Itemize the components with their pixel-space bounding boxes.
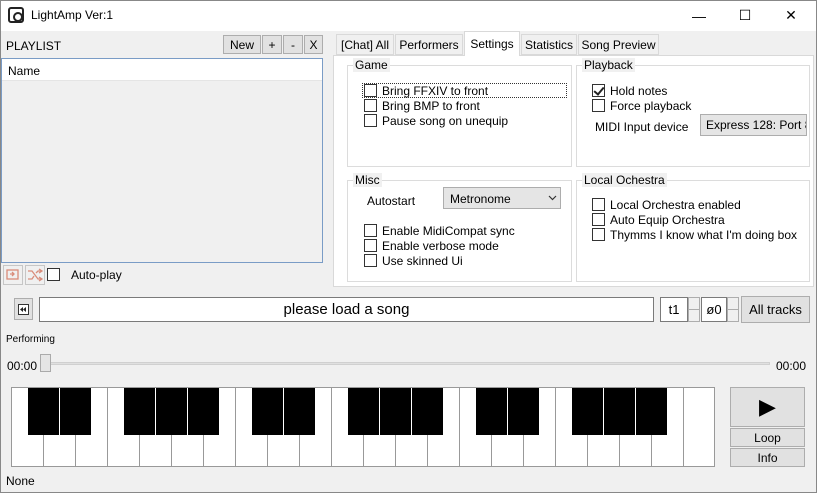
- tab-statistics[interactable]: Statistics: [521, 34, 577, 55]
- piano-black-key[interactable]: [380, 388, 411, 435]
- tab-song-preview[interactable]: Song Preview: [578, 34, 659, 55]
- shuffle-button[interactable]: [25, 265, 45, 285]
- bring-ffxiv-label: Bring FFXIV to front: [382, 84, 489, 98]
- piano-black-key[interactable]: [124, 388, 155, 435]
- piano-black-key[interactable]: [156, 388, 187, 435]
- playback-group-title: Playback: [582, 58, 635, 72]
- rewind-button[interactable]: [14, 298, 33, 320]
- play-button[interactable]: ▶: [730, 387, 805, 427]
- force-playback-checkbox[interactable]: [592, 99, 605, 112]
- progress-track[interactable]: [47, 362, 770, 365]
- midi-input-select[interactable]: Express 128: Port 8: [700, 114, 807, 136]
- piano-black-key[interactable]: [604, 388, 635, 435]
- midicompat-sync-checkbox[interactable]: [364, 224, 377, 237]
- tab-chat-all[interactable]: [Chat] All: [336, 34, 394, 55]
- thymms-checkbox[interactable]: [592, 228, 605, 241]
- rewind-icon: [18, 303, 29, 315]
- octave-field[interactable]: ø0: [701, 297, 727, 322]
- playlist-title: PLAYLIST: [6, 39, 62, 53]
- octave-down-button[interactable]: [727, 309, 739, 322]
- piano-black-key[interactable]: [476, 388, 507, 435]
- column-header-name[interactable]: Name: [2, 59, 322, 81]
- local-orchestra-label: Local Orchestra enabled: [610, 198, 741, 212]
- piano-black-key[interactable]: [28, 388, 59, 435]
- close-button[interactable]: ✕: [768, 0, 814, 31]
- hold-notes-label: Hold notes: [610, 84, 668, 98]
- window-title: LightAmp Ver:1: [31, 8, 114, 22]
- autoplay-label: Auto-play: [71, 268, 122, 282]
- minimize-button[interactable]: —: [676, 0, 722, 31]
- chevron-down-icon: [548, 195, 557, 201]
- autostart-select[interactable]: Metronome: [443, 187, 561, 209]
- piano-black-key[interactable]: [188, 388, 219, 435]
- new-playlist-button[interactable]: New: [223, 35, 261, 54]
- tab-settings[interactable]: Settings: [464, 31, 520, 56]
- all-tracks-button[interactable]: All tracks: [741, 296, 810, 323]
- piano-black-key[interactable]: [508, 388, 539, 435]
- local-orchestra-checkbox[interactable]: [592, 198, 605, 211]
- thymms-label: Thymms I know what I'm doing box: [610, 228, 798, 242]
- verbose-mode-checkbox[interactable]: [364, 239, 377, 252]
- orchestra-group-title: Local Ochestra: [582, 173, 667, 187]
- time-end: 00:00: [776, 359, 807, 373]
- skinned-ui-label: Use skinned Ui: [382, 254, 463, 268]
- time-start: 00:00: [7, 359, 38, 373]
- info-button[interactable]: Info: [730, 448, 805, 467]
- pause-on-unequip-label: Pause song on unequip: [382, 114, 509, 128]
- status-text: None: [6, 474, 35, 488]
- bring-bmp-label: Bring BMP to front: [382, 99, 480, 113]
- midicompat-sync-label: Enable MidiCompat sync: [382, 224, 515, 238]
- tab-performers[interactable]: Performers: [395, 34, 463, 55]
- maximize-button[interactable]: ☐: [722, 0, 768, 31]
- auto-equip-checkbox[interactable]: [592, 213, 605, 226]
- play-icon: ▶: [759, 394, 776, 419]
- auto-equip-label: Auto Equip Orchestra: [610, 213, 725, 227]
- song-title-field[interactable]: please load a song: [39, 297, 654, 322]
- verbose-mode-label: Enable verbose mode: [382, 239, 499, 253]
- title-bar: LightAmp Ver:1 — ☐ ✕: [0, 0, 817, 31]
- autostart-value: Metronome: [450, 192, 511, 206]
- track-down-button[interactable]: [688, 309, 700, 322]
- piano-black-key[interactable]: [60, 388, 91, 435]
- progress-thumb[interactable]: [40, 354, 51, 372]
- autostart-label: Autostart: [367, 194, 416, 208]
- game-group-title: Game: [353, 58, 390, 72]
- bring-bmp-checkbox[interactable]: [364, 99, 377, 112]
- autoplay-checkbox[interactable]: [47, 268, 60, 281]
- track-number-field[interactable]: t1: [660, 297, 688, 322]
- piano-black-key[interactable]: [572, 388, 603, 435]
- pause-on-unequip-checkbox[interactable]: [364, 114, 377, 127]
- piano-white-key[interactable]: [684, 388, 714, 466]
- load-playlist-button[interactable]: [3, 265, 23, 285]
- midi-input-label: MIDI Input device: [595, 120, 689, 134]
- piano-black-key[interactable]: [252, 388, 283, 435]
- clear-playlist-button[interactable]: X: [304, 35, 323, 54]
- piano-black-key[interactable]: [636, 388, 667, 435]
- remove-song-button[interactable]: -: [283, 35, 303, 54]
- force-playback-label: Force playback: [610, 99, 692, 113]
- piano-black-key[interactable]: [284, 388, 315, 435]
- hold-notes-checkbox[interactable]: [592, 84, 605, 97]
- loop-button[interactable]: Loop: [730, 428, 805, 447]
- app-icon: [8, 7, 24, 23]
- skinned-ui-checkbox[interactable]: [364, 254, 377, 267]
- misc-group-title: Misc: [353, 173, 382, 187]
- playlist-list[interactable]: Name: [1, 58, 323, 263]
- piano-black-key[interactable]: [412, 388, 443, 435]
- add-song-button[interactable]: +: [262, 35, 282, 54]
- bring-ffxiv-checkbox[interactable]: [364, 84, 377, 97]
- performing-label: Performing: [6, 334, 55, 345]
- shuffle-icon: [28, 268, 44, 282]
- piano-black-key[interactable]: [348, 388, 379, 435]
- piano-keyboard[interactable]: [11, 387, 715, 467]
- load-playlist-icon: [6, 269, 19, 280]
